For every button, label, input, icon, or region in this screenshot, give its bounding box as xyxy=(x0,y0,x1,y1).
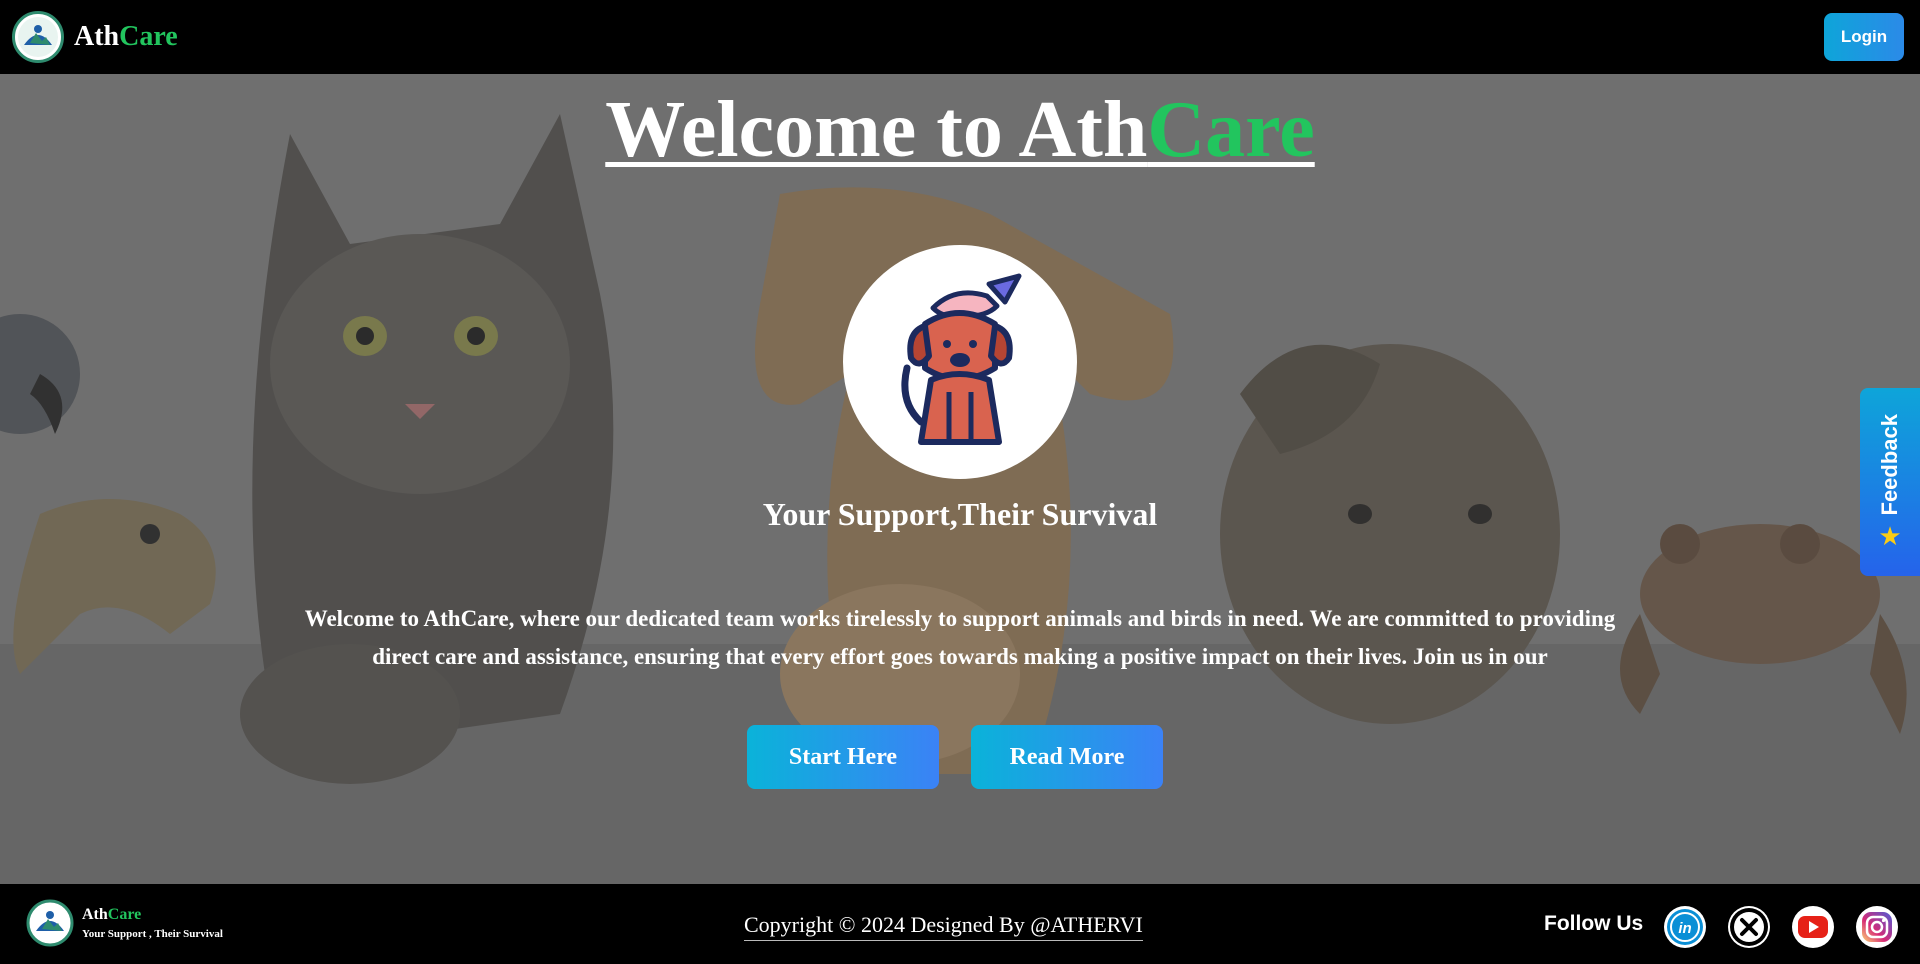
footer-brand-name: AthCare xyxy=(82,906,142,923)
feedback-tab[interactable]: Feedback ★ xyxy=(1860,388,1920,576)
copyright-text[interactable]: Copyright © 2024 Designed By @ATHERVI xyxy=(744,912,1143,941)
login-button[interactable]: Login xyxy=(1824,13,1904,61)
linkedin-icon[interactable]: in xyxy=(1664,906,1706,948)
footer-brand-tagline: Your Support , Their Survival xyxy=(82,928,223,940)
follow-us-label: Follow Us xyxy=(1544,912,1644,935)
star-icon: ★ xyxy=(1878,521,1902,551)
feedback-label: Feedback xyxy=(1877,414,1902,516)
footer-brand[interactable]: AthCare Your Support , Their Survival xyxy=(26,899,223,947)
footer-logo-icon xyxy=(26,899,74,947)
instagram-icon[interactable] xyxy=(1856,906,1898,948)
read-more-button[interactable]: Read More xyxy=(971,725,1163,789)
svg-text:in: in xyxy=(1678,920,1691,937)
hero-description: Welcome to AthCare, where our dedicated … xyxy=(304,606,1616,669)
brand[interactable]: AthCare xyxy=(12,11,178,63)
hero-title: Welcome to AthCare xyxy=(605,86,1315,174)
footer: AthCare Your Support , Their Survival Co… xyxy=(0,884,1920,964)
hero-overlay xyxy=(0,74,1920,884)
start-here-button[interactable]: Start Here xyxy=(747,725,939,789)
brand-name: AthCare xyxy=(74,21,178,52)
hero-tagline: Your Support,Their Survival xyxy=(762,496,1158,532)
youtube-icon[interactable] xyxy=(1792,906,1834,948)
dog-mascot-icon xyxy=(843,245,1077,479)
top-navbar: AthCare Login xyxy=(0,0,1920,74)
logo-icon xyxy=(12,11,64,63)
hero-section: Welcome to AthCare Your Support,Their Su… xyxy=(0,74,1920,884)
x-icon[interactable] xyxy=(1728,906,1770,948)
